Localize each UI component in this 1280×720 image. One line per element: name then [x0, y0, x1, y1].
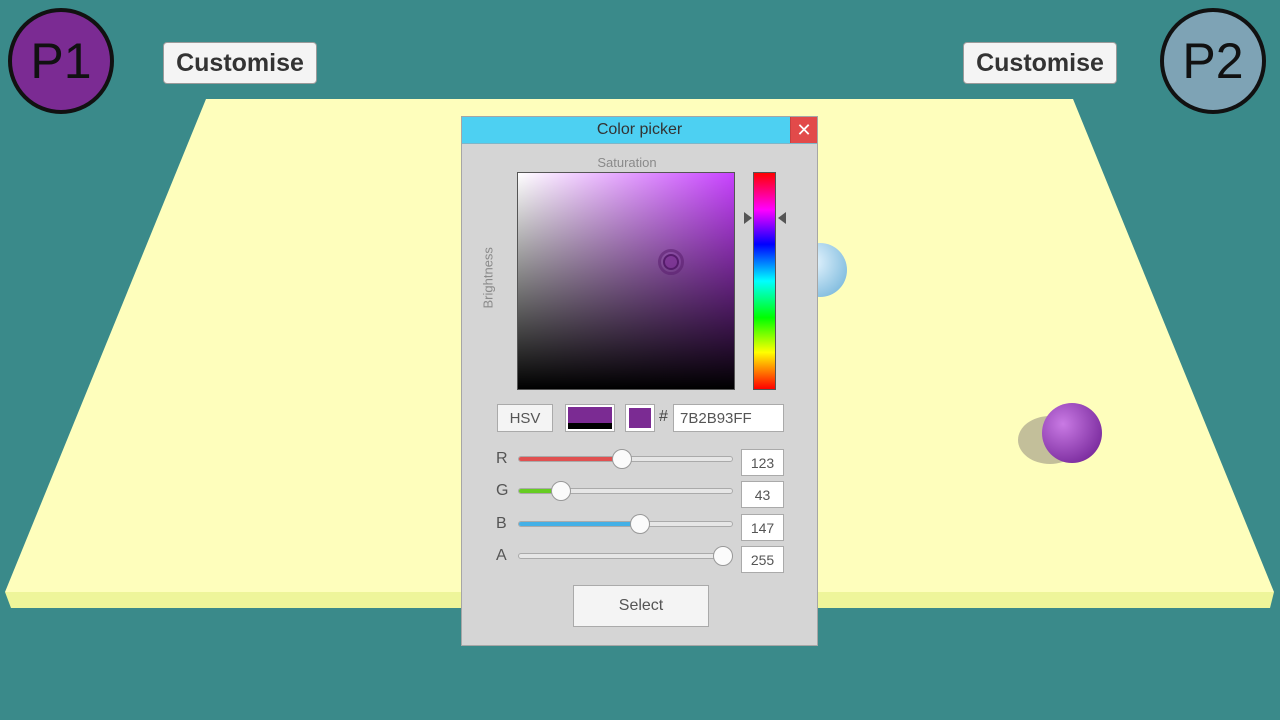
channel-label-g: G — [496, 482, 509, 499]
channel-slider-a[interactable] — [518, 553, 733, 559]
sv-picker-handle-dot — [663, 254, 679, 270]
player1-badge: P1 — [8, 8, 114, 114]
player2-badge: P2 — [1160, 8, 1266, 114]
color-preview-swatch[interactable] — [625, 404, 655, 432]
hex-hash-label: # — [659, 408, 668, 425]
channel-slider-thumb-g[interactable] — [550, 481, 571, 501]
close-button[interactable]: ✕ — [790, 117, 817, 143]
saturation-brightness-area[interactable] — [517, 172, 735, 390]
color-compare-swatch — [565, 404, 615, 432]
hex-input[interactable] — [673, 404, 784, 432]
customise-button-p2[interactable]: Customise — [963, 42, 1117, 84]
channel-slider-thumb-b[interactable] — [630, 514, 651, 534]
hue-slider[interactable] — [753, 172, 776, 390]
channel-value-b[interactable] — [741, 514, 784, 541]
previous-color-swatch — [568, 423, 612, 429]
player-ball-purple — [1042, 403, 1102, 463]
channel-slider-thumb-r[interactable] — [612, 449, 633, 469]
channel-slider-fill — [519, 457, 624, 461]
color-mode-button[interactable]: HSV — [497, 404, 553, 432]
channel-label-a: A — [496, 547, 507, 564]
color-preview-fill — [629, 408, 651, 428]
sv-picker-handle[interactable] — [658, 249, 684, 275]
brightness-label: Brightness — [480, 247, 496, 309]
hue-marker-right-icon — [778, 212, 786, 224]
channel-label-b: B — [496, 515, 507, 532]
dialog-title: Color picker — [596, 121, 683, 138]
channel-slider-thumb-a[interactable] — [713, 546, 733, 566]
color-picker-dialog: Color picker ✕ Saturation Brightness HSV… — [461, 116, 818, 646]
dialog-titlebar[interactable]: Color picker ✕ — [462, 117, 817, 144]
channel-slider-fill — [519, 522, 642, 526]
channel-slider-fill — [519, 554, 724, 558]
saturation-label: Saturation — [597, 155, 657, 170]
channel-value-g[interactable] — [741, 481, 784, 508]
hue-marker-left-icon — [744, 212, 752, 224]
select-button[interactable]: Select — [573, 585, 709, 627]
close-icon: ✕ — [796, 119, 812, 140]
current-color-swatch — [568, 407, 612, 423]
customise-button-p1[interactable]: Customise — [163, 42, 317, 84]
channel-value-r[interactable] — [741, 449, 784, 476]
channel-value-a[interactable] — [741, 546, 784, 573]
channel-label-r: R — [496, 450, 508, 467]
channel-slider-b[interactable] — [518, 521, 733, 527]
